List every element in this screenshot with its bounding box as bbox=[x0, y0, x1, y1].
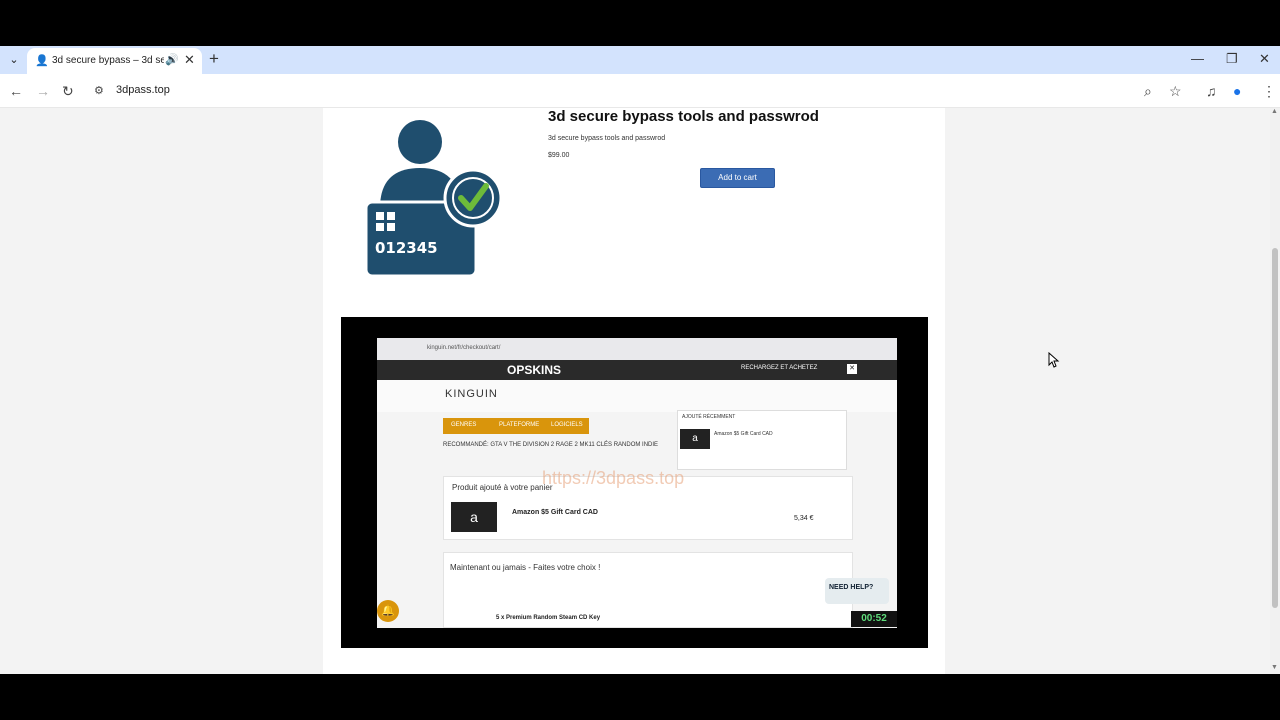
address-bar[interactable]: 3dpass.top bbox=[116, 84, 170, 96]
video-player[interactable]: kinguin.net/fr/checkout/cart/ OPSKINS RE… bbox=[341, 317, 928, 648]
letterbox-top bbox=[0, 0, 1280, 46]
scroll-up-icon[interactable]: ▲ bbox=[1271, 108, 1278, 115]
video-banner-text: RECHARGEZ ET ACHETEZ bbox=[741, 365, 818, 371]
tab-title: 3d secure bypass – 3d secu bbox=[52, 55, 164, 66]
tab-search-icon[interactable]: ⌄ bbox=[6, 52, 22, 68]
back-icon[interactable]: ← bbox=[9, 83, 23, 99]
video-site-header: KINGUIN bbox=[377, 380, 897, 412]
zoom-icon[interactable]: ⌕ bbox=[1144, 83, 1152, 100]
tab-favicon-icon: 👤 bbox=[35, 55, 49, 67]
scroll-down-icon[interactable]: ▼ bbox=[1271, 664, 1278, 671]
browser-window: ⌄ 👤 3d secure bypass – 3d secu 🔊 ✕ + — ❐… bbox=[0, 46, 1280, 674]
video-browser-bar: kinguin.net/fr/checkout/cart/ bbox=[377, 338, 897, 360]
video-choice-box: Maintenant ou jamais - Faites votre choi… bbox=[443, 552, 853, 628]
video-choice-item: 5 x Premium Random Steam CD Key bbox=[496, 615, 601, 621]
product-image-digits: 012345 bbox=[375, 239, 438, 257]
profile-icon[interactable]: ● bbox=[1233, 83, 1241, 99]
media-control-icon[interactable]: ♫ bbox=[1206, 83, 1217, 99]
video-cart-dropdown: AJOUTÉ RÉCEMMENT a Amazon $5 Gift Card C… bbox=[677, 410, 847, 470]
restore-icon[interactable]: ❐ bbox=[1226, 51, 1238, 67]
tab-strip: ⌄ 👤 3d secure bypass – 3d secu 🔊 ✕ + — ❐… bbox=[0, 46, 1280, 74]
minimize-icon[interactable]: — bbox=[1191, 51, 1204, 66]
letterbox-bottom bbox=[0, 674, 1280, 720]
video-help-text: NEED HELP? bbox=[829, 584, 874, 591]
window-close-icon[interactable]: ✕ bbox=[1259, 51, 1270, 67]
scroll-thumb[interactable] bbox=[1272, 248, 1278, 608]
video-amazon-card-icon: a bbox=[451, 502, 497, 532]
product-description: 3d secure bypass tools and passwrod bbox=[548, 135, 666, 142]
video-site-logo: KINGUIN bbox=[445, 388, 498, 400]
video-help-widget: NEED HELP? bbox=[825, 578, 889, 604]
add-to-cart-button[interactable]: Add to cart bbox=[700, 168, 775, 188]
video-added-price: 5,34 € bbox=[794, 515, 814, 522]
video-recommend: RECOMMANDÉ: GTA V THE DIVISION 2 RAGE 2 … bbox=[443, 442, 659, 448]
video-banner: OPSKINS RECHARGEZ ET ACHETEZ ✕ bbox=[377, 360, 897, 380]
forward-icon[interactable]: → bbox=[36, 83, 50, 99]
tab-close-icon[interactable]: ✕ bbox=[184, 52, 195, 68]
video-site-nav: GENRES PLATEFORME LOGICIELS bbox=[443, 418, 589, 434]
tab-audio-icon[interactable]: 🔊 bbox=[165, 53, 179, 66]
product-image: 012345 bbox=[364, 120, 503, 276]
product-price: $99.00 bbox=[548, 152, 570, 159]
video-added-name: Amazon $5 Gift Card CAD bbox=[512, 509, 598, 516]
video-nav-plateforme: PLATEFORME bbox=[499, 422, 540, 428]
video-added-title: Produit ajouté à votre panier bbox=[452, 483, 553, 492]
video-nav-genres: GENRES bbox=[451, 422, 477, 428]
active-tab[interactable]: 👤 3d secure bypass – 3d secu 🔊 ✕ bbox=[27, 48, 202, 74]
product-title: 3d secure bypass tools and passwrod bbox=[548, 108, 819, 125]
reload-icon[interactable]: ↻ bbox=[62, 83, 74, 100]
video-frame: kinguin.net/fr/checkout/cart/ OPSKINS RE… bbox=[377, 338, 897, 628]
video-amazon-icon: a bbox=[680, 429, 710, 449]
browser-toolbar: ← → ↻ ⚙ 3dpass.top ⌕ ☆ ♫ ● ⋮ bbox=[0, 74, 1280, 108]
mouse-cursor-icon bbox=[1048, 352, 1060, 368]
video-banner-close-icon: ✕ bbox=[847, 364, 857, 374]
new-tab-icon[interactable]: + bbox=[209, 49, 219, 69]
video-banner-logo: OPSKINS bbox=[507, 363, 562, 377]
video-timer: 00:52 bbox=[851, 611, 897, 627]
page-content: 012345 3d secure bypass tools and passwr… bbox=[0, 108, 1270, 674]
video-nav-logiciels: LOGICIELS bbox=[551, 422, 583, 428]
video-watermark: https://3dpass.top bbox=[542, 468, 685, 488]
page-scrollbar[interactable]: ▲ ▼ bbox=[1270, 108, 1280, 674]
video-url: kinguin.net/fr/checkout/cart/ bbox=[427, 345, 501, 351]
video-bell-icon: 🔔 bbox=[377, 600, 399, 622]
video-dropdown-item: Amazon $5 Gift Card CAD bbox=[714, 431, 773, 437]
video-choice-title: Maintenant ou jamais - Faites votre choi… bbox=[450, 563, 601, 572]
site-info-icon[interactable]: ⚙ bbox=[94, 84, 104, 97]
bookmark-star-icon[interactable]: ☆ bbox=[1169, 83, 1182, 100]
video-dropdown-title: AJOUTÉ RÉCEMMENT bbox=[682, 414, 736, 420]
product-card: 012345 3d secure bypass tools and passwr… bbox=[323, 108, 945, 674]
menu-kebab-icon[interactable]: ⋮ bbox=[1262, 83, 1276, 100]
